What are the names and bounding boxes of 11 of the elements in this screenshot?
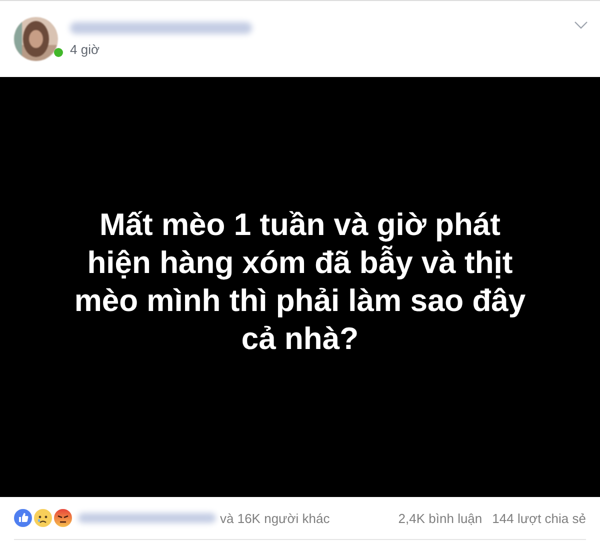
share-count[interactable]: 144 lượt chia sẻ (492, 510, 586, 526)
angry-face-icon[interactable] (54, 509, 72, 527)
post-text-line: cả nhà? (240, 320, 360, 358)
post-text-line: mèo mình thì phải làm sao đây (74, 282, 526, 320)
post-time[interactable]: 4 giờ (70, 42, 100, 56)
post-text-line: Mất mèo 1 tuần và giờ phát (98, 206, 502, 244)
reaction-count[interactable]: và 16K người khác (220, 510, 330, 526)
like-reaction-icon[interactable] (14, 509, 32, 527)
sad-face-icon[interactable] (34, 509, 52, 527)
post-text-line: hiện hàng xóm đã bẫy và thịt (86, 244, 514, 282)
comment-count[interactable]: 2,4K bình luận (398, 510, 482, 526)
